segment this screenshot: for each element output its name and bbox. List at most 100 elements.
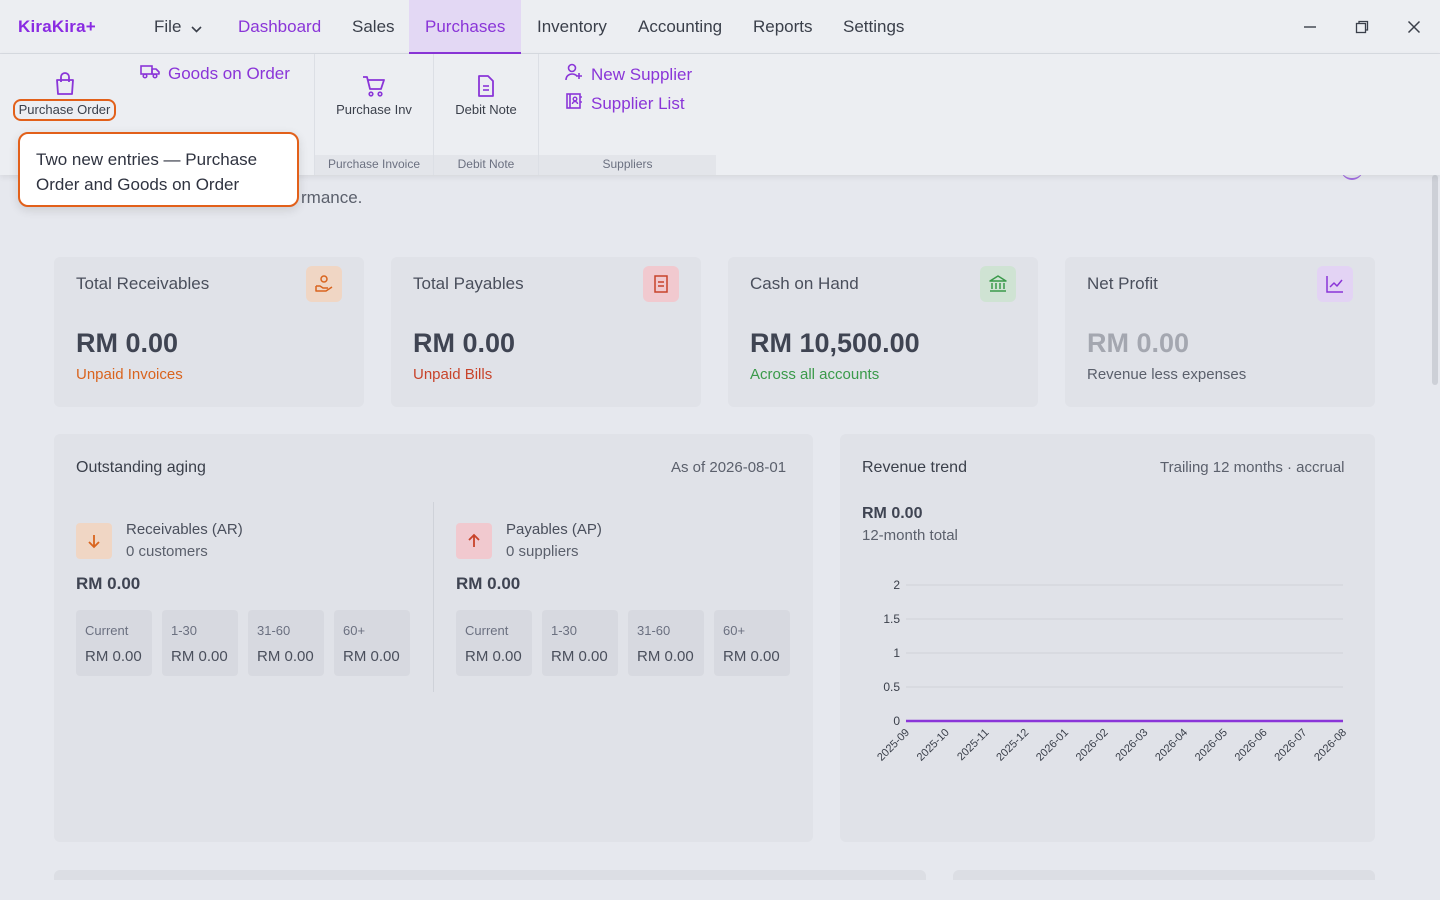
aging-title: Outstanding aging: [76, 459, 206, 476]
x-tick-label: 2026-04: [1153, 727, 1190, 764]
kpi-value: RM 0.00: [76, 328, 179, 358]
bucket-value: RM 0.00: [85, 648, 142, 665]
menu-purchases[interactable]: Purchases: [409, 0, 521, 54]
bucket-value: RM 0.00: [257, 648, 314, 665]
tooltip-line-2: Order and Goods on Order: [36, 175, 240, 194]
scrollbar-thumb[interactable]: [1432, 175, 1438, 385]
bucket-value: RM 0.00: [465, 648, 522, 665]
trend-icon: [1317, 266, 1353, 302]
kpi-note: Across all accounts: [750, 366, 880, 383]
kpi-label: Cash on Hand: [750, 274, 859, 293]
bucket-label: 31-60: [637, 623, 671, 638]
bank-icon: [980, 266, 1016, 302]
x-tick-label: 2025-10: [915, 727, 952, 764]
kpi-value: RM 0.00: [1087, 328, 1190, 358]
bucket-label: 1-30: [551, 623, 578, 638]
revenue-title: Revenue trend: [862, 459, 967, 476]
aging-as-of: As of 2026-08-01: [671, 459, 787, 476]
bucket-value: RM 0.00: [723, 648, 780, 665]
x-tick-label: 2026-06: [1233, 727, 1270, 764]
purchase-inv-button[interactable]: Purchase Inv: [315, 74, 433, 117]
menu-sales[interactable]: Sales: [336, 0, 411, 54]
kpi-card-payables: Total Payables RM 0.00 Unpaid Bills: [391, 257, 701, 407]
y-tick-label: 1.5: [883, 612, 900, 626]
page-subtitle: rmance.: [301, 188, 363, 207]
revenue-chart: 00.511.522025-09 2025-10 2025-11 2025-12 202…: [875, 578, 1349, 764]
onboarding-tooltip: Two new entries — Purchase Order and Goo…: [18, 132, 299, 207]
ar-bucket: Current RM 0.00: [76, 610, 152, 676]
ap-bucket: Current RM 0.00: [456, 610, 532, 676]
x-tick-label: 2026-03: [1113, 727, 1150, 764]
x-tick-label: 2026-07: [1272, 727, 1309, 764]
menu-reports[interactable]: Reports: [737, 0, 829, 54]
new-supplier-label: New Supplier: [591, 64, 693, 84]
chevron-down-icon: [191, 1, 202, 55]
x-tick-label: 2025-09: [875, 727, 912, 764]
ap-bucket: 31-60 RM 0.00: [628, 610, 704, 676]
supplier-list-label: Supplier List: [591, 93, 685, 113]
y-tick-label: 2: [893, 578, 900, 592]
cart-icon: [315, 74, 433, 98]
tooltip-line-1: Two new entries — Purchase: [36, 150, 258, 169]
menu-file-label: File: [154, 17, 182, 36]
ar-bucket: 60+ RM 0.00: [334, 610, 410, 676]
aging-divider: [433, 502, 434, 692]
user-plus-icon: [565, 63, 583, 86]
ar-customers: 0 customers: [126, 543, 208, 560]
ar-bucket: 1-30 RM 0.00: [162, 610, 238, 676]
goods-on-order-label: Goods on Order: [168, 63, 290, 83]
new-supplier-button[interactable]: New Supplier: [565, 63, 692, 86]
bottom-card-right: [953, 870, 1375, 880]
restore-button[interactable]: [1350, 15, 1374, 39]
close-icon: [1407, 20, 1421, 34]
debit-note-label: Debit Note: [455, 102, 517, 117]
purchase-order-button[interactable]: Purchase Order: [13, 99, 116, 121]
goods-on-order-button[interactable]: Goods on Order: [140, 63, 290, 84]
kpi-note: Revenue less expenses: [1087, 366, 1247, 383]
kpi-value: RM 0.00: [413, 328, 516, 358]
title-bar: KiraKira+ File Dashboard Sales Purchases…: [0, 0, 1440, 54]
purchase-inv-label: Purchase Inv: [336, 102, 412, 117]
menu-file[interactable]: File: [138, 0, 218, 54]
bucket-label: 60+: [723, 623, 746, 638]
ar-bucket: 31-60 RM 0.00: [248, 610, 324, 676]
ar-name: Receivables (AR): [126, 521, 243, 538]
debit-note-button[interactable]: Debit Note: [434, 74, 538, 117]
x-tick-label: 2025-12: [994, 727, 1031, 764]
x-tick-label: 2026-05: [1193, 727, 1230, 764]
shopping-bag-icon: [54, 72, 76, 101]
revenue-total: RM 0.00: [862, 505, 923, 522]
ap-bucket: 60+ RM 0.00: [714, 610, 790, 676]
ribbon-group-debit-note: Debit Note Debit Note: [434, 54, 539, 175]
hand-coins-icon: [306, 266, 342, 302]
bucket-label: 1-30: [171, 623, 198, 638]
bucket-label: 60+: [343, 623, 366, 638]
ribbon-group-purchase-invoice: Purchase Inv Purchase Invoice: [315, 54, 434, 175]
ribbon-group-suppliers: New Supplier Supplier List Suppliers: [539, 54, 716, 175]
x-tick-label: 2026-01: [1034, 727, 1071, 764]
kpi-value: RM 10,500.00: [750, 328, 920, 358]
menu-dashboard[interactable]: Dashboard: [222, 0, 337, 54]
bottom-card-left: [54, 870, 926, 880]
minimize-button[interactable]: [1298, 15, 1322, 39]
kpi-card-receivables: Total Receivables RM 0.00 Unpaid Invoice…: [54, 257, 364, 407]
menu-settings[interactable]: Settings: [827, 0, 920, 54]
close-button[interactable]: [1402, 15, 1426, 39]
menu-inventory[interactable]: Inventory: [521, 0, 623, 54]
y-tick-label: 0: [893, 714, 900, 728]
truck-icon: [140, 63, 160, 84]
kpi-note: Unpaid Bills: [413, 366, 493, 383]
kpi-label: Total Receivables: [76, 274, 210, 293]
supplier-list-button[interactable]: Supplier List: [565, 92, 685, 115]
kpi-card-cash: Cash on Hand RM 10,500.00 Across all acc…: [728, 257, 1038, 407]
revenue-meta: Trailing 12 months · accrual: [1160, 459, 1345, 476]
app-logo: KiraKira+: [18, 17, 96, 36]
x-tick-label: 2025-11: [955, 727, 991, 763]
debit-note-caption: Debit Note: [457, 157, 515, 171]
x-tick-label: 2026-02: [1074, 727, 1111, 764]
arrow-up-icon: [456, 523, 492, 559]
suppliers-caption: Suppliers: [602, 157, 653, 171]
ap-name: Payables (AP): [506, 521, 602, 538]
menu-accounting[interactable]: Accounting: [622, 0, 738, 54]
restore-icon: [1355, 20, 1369, 34]
